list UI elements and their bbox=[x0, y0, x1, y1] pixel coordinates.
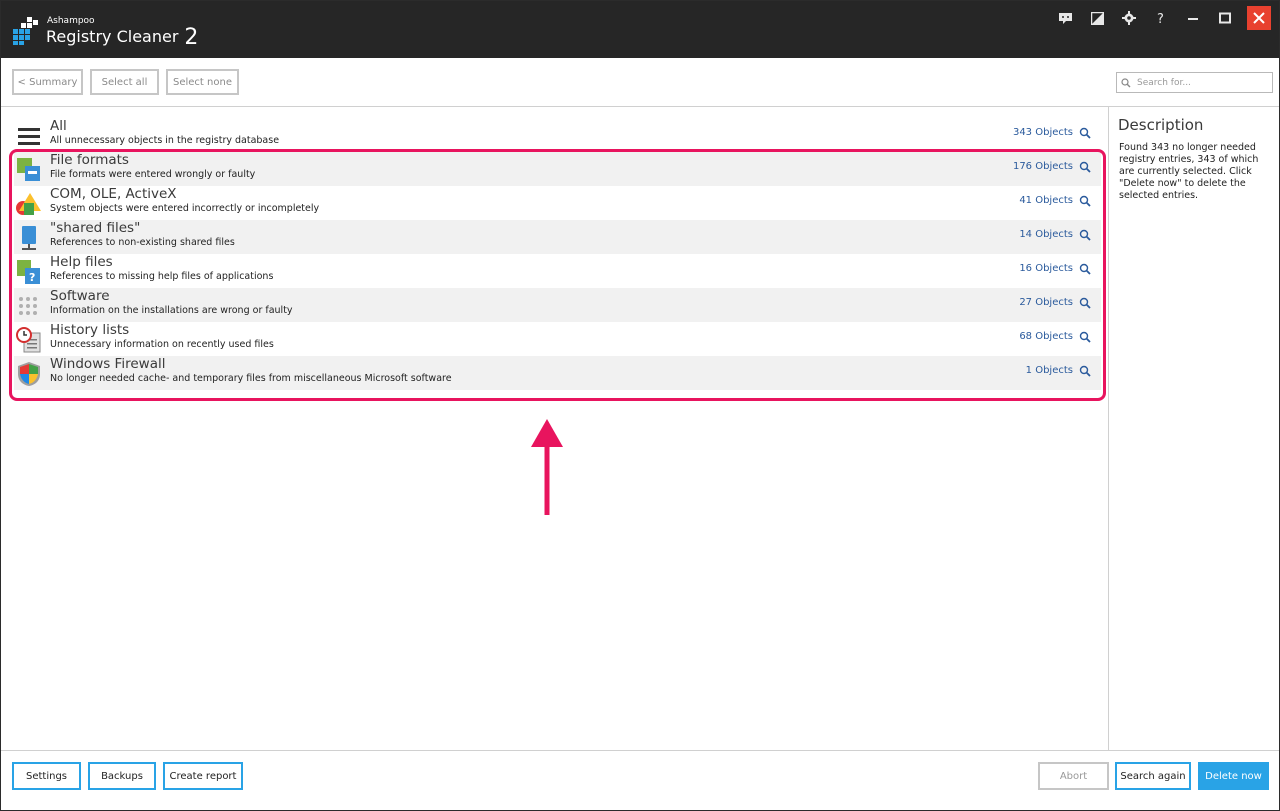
close-icon[interactable] bbox=[1247, 6, 1271, 30]
category-description: File formats were entered wrongly or fau… bbox=[50, 169, 256, 180]
description-title: Description bbox=[1118, 116, 1204, 134]
category-description: All unnecessary objects in the registry … bbox=[50, 135, 280, 146]
shared-files-icon bbox=[22, 226, 36, 250]
object-count-link[interactable]: 14 Objects bbox=[1019, 229, 1073, 240]
description-text: Found 343 no longer needed registry entr… bbox=[1119, 142, 1259, 201]
magnifier-icon[interactable] bbox=[1079, 331, 1091, 343]
magnifier-icon[interactable] bbox=[1079, 127, 1091, 139]
object-count-link[interactable]: 1 Objects bbox=[1026, 365, 1073, 376]
search-icon bbox=[1121, 77, 1131, 87]
select-none-button[interactable]: Select none bbox=[166, 69, 239, 95]
svg-text:?: ? bbox=[1157, 12, 1164, 25]
category-row-help-files[interactable]: ? Help files References to missing help … bbox=[14, 254, 1101, 288]
category-description: Information on the installations are wro… bbox=[50, 305, 293, 316]
category-row-all[interactable]: All All unnecessary objects in the regis… bbox=[14, 118, 1101, 152]
object-count-link[interactable]: 16 Objects bbox=[1019, 263, 1073, 274]
search-again-button[interactable]: Search again bbox=[1115, 762, 1191, 790]
software-icon bbox=[19, 297, 37, 315]
title-bar: Ashampoo Registry Cleaner 2 ? bbox=[1, 1, 1279, 58]
magnifier-icon[interactable] bbox=[1079, 229, 1091, 241]
app-logo-icon bbox=[13, 17, 38, 45]
magnifier-icon[interactable] bbox=[1079, 263, 1091, 275]
object-count-link[interactable]: 41 Objects bbox=[1019, 195, 1073, 206]
magnifier-icon[interactable] bbox=[1079, 365, 1091, 377]
app-name: Registry Cleaner bbox=[46, 27, 179, 46]
window-controls: ? bbox=[1049, 5, 1271, 31]
summary-button[interactable]: < Summary bbox=[12, 69, 83, 95]
category-row-windows-firewall[interactable]: Windows Firewall No longer needed cache-… bbox=[14, 356, 1101, 390]
magnifier-icon[interactable] bbox=[1079, 297, 1091, 309]
category-title: File formats bbox=[50, 152, 129, 168]
app-title: Registry Cleaner 2 bbox=[46, 25, 199, 50]
category-row-com-ole-activex[interactable]: COM, OLE, ActiveX System objects were en… bbox=[14, 186, 1101, 220]
maximize-icon[interactable] bbox=[1209, 6, 1241, 30]
category-title: Help files bbox=[50, 254, 113, 270]
category-title: "shared files" bbox=[50, 220, 141, 236]
search-box[interactable] bbox=[1116, 72, 1273, 93]
category-title: COM, OLE, ActiveX bbox=[50, 186, 177, 202]
settings-button[interactable]: Settings bbox=[12, 762, 81, 790]
help-files-icon: ? bbox=[17, 260, 40, 284]
category-row-file-formats[interactable]: File formats File formats were entered w… bbox=[14, 152, 1101, 186]
category-row-shared-files[interactable]: "shared files" References to non-existin… bbox=[14, 220, 1101, 254]
category-title: Software bbox=[50, 288, 110, 304]
abort-button[interactable]: Abort bbox=[1038, 762, 1109, 790]
minimize-icon[interactable] bbox=[1177, 6, 1209, 30]
category-description: Unnecessary information on recently used… bbox=[50, 339, 274, 350]
windows-firewall-icon bbox=[18, 362, 40, 386]
category-description: References to missing help files of appl… bbox=[50, 271, 274, 282]
magnifier-icon[interactable] bbox=[1079, 161, 1091, 173]
description-panel: Description Found 343 no longer needed r… bbox=[1110, 107, 1280, 750]
object-count-link[interactable]: 68 Objects bbox=[1019, 331, 1073, 342]
brand-name: Ashampoo bbox=[47, 16, 95, 26]
category-row-software[interactable]: Software Information on the installation… bbox=[14, 288, 1101, 322]
object-count-link[interactable]: 27 Objects bbox=[1019, 297, 1073, 308]
feedback-icon[interactable] bbox=[1049, 6, 1081, 30]
delete-now-button[interactable]: Delete now bbox=[1198, 762, 1269, 790]
category-title: History lists bbox=[50, 322, 130, 338]
search-input[interactable] bbox=[1137, 77, 1262, 88]
bottom-bar: Settings Backups Create report Abort Sea… bbox=[1, 750, 1279, 810]
category-title: All bbox=[50, 118, 67, 134]
svg-text:?: ? bbox=[29, 271, 35, 284]
arrow-up-icon bbox=[531, 419, 563, 515]
category-title: Windows Firewall bbox=[50, 356, 166, 372]
toolbar: < Summary Select all Select none bbox=[1, 58, 1279, 107]
com-ole-activex-icon bbox=[16, 193, 41, 215]
list-icon bbox=[18, 128, 40, 145]
create-report-button[interactable]: Create report bbox=[163, 762, 243, 790]
app-window: Ashampoo Registry Cleaner 2 ? < Summary … bbox=[0, 0, 1280, 811]
file-formats-icon bbox=[17, 158, 40, 181]
category-row-history-lists[interactable]: History lists Unnecessary information on… bbox=[14, 322, 1101, 356]
history-lists-icon bbox=[16, 327, 41, 353]
gear-icon[interactable] bbox=[1113, 6, 1145, 30]
object-count-link[interactable]: 343 Objects bbox=[1013, 127, 1073, 138]
category-description: System objects were entered incorrectly … bbox=[50, 203, 320, 214]
help-icon[interactable]: ? bbox=[1145, 6, 1177, 30]
category-description: No longer needed cache- and temporary fi… bbox=[50, 373, 452, 384]
magnifier-icon[interactable] bbox=[1079, 195, 1091, 207]
backups-button[interactable]: Backups bbox=[88, 762, 156, 790]
app-version: 2 bbox=[184, 25, 199, 50]
category-description: References to non-existing shared files bbox=[50, 237, 235, 248]
select-all-button[interactable]: Select all bbox=[90, 69, 159, 95]
skin-icon[interactable] bbox=[1081, 6, 1113, 30]
object-count-link[interactable]: 176 Objects bbox=[1013, 161, 1073, 172]
